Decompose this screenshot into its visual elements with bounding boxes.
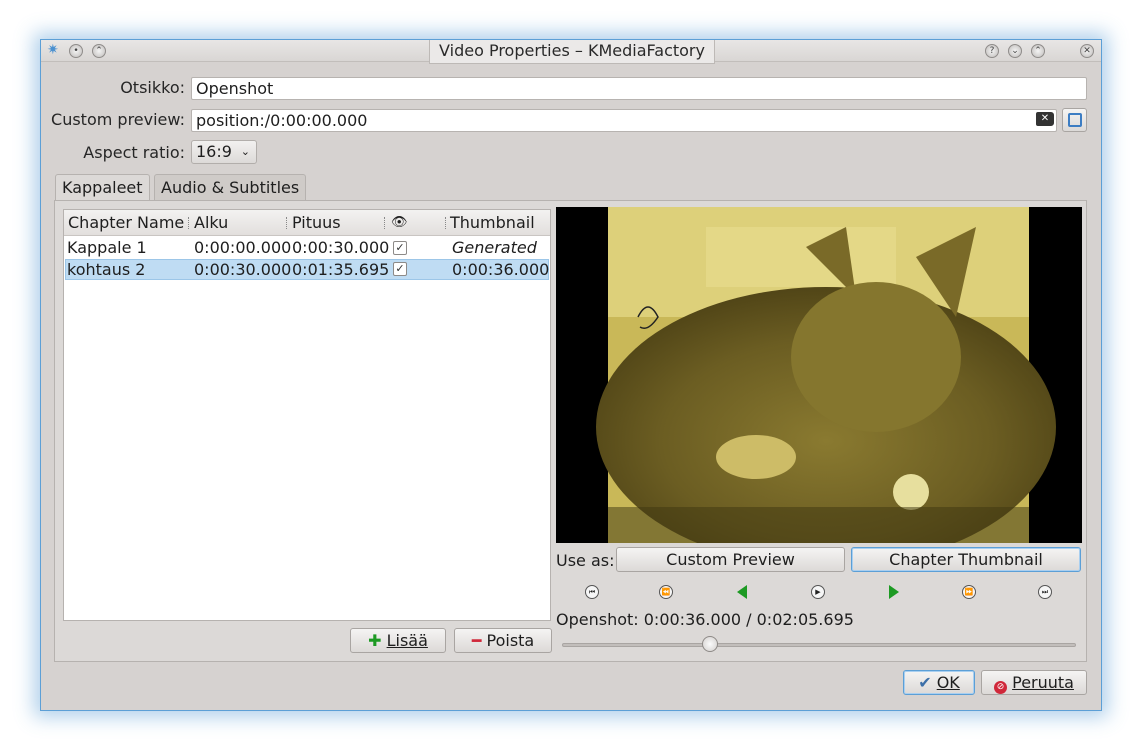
table-row[interactable]: Kappale 1 0:00:00.000 0:00:30.000 ✓ Gene… <box>65 238 549 259</box>
column-pituus[interactable]: Pituus <box>292 210 341 236</box>
column-chapter-name[interactable]: Chapter Name <box>68 210 184 236</box>
column-separator[interactable] <box>384 217 386 229</box>
plus-icon: ✚ <box>368 631 382 650</box>
chapter-start: 0:00:30.000 <box>194 260 292 279</box>
tab-audio-subtitles[interactable]: Audio & Subtitles <box>154 174 307 201</box>
chapter-name: Kappale 1 <box>67 238 147 257</box>
list-header: Chapter Name Alku Pituus 👁 Thumbnail <box>64 210 550 236</box>
video-preview <box>556 207 1082 543</box>
tab-kappaleet-label: Kappaleet <box>62 178 143 197</box>
help-icon[interactable]: ? <box>985 44 999 58</box>
visible-checkbox[interactable]: ✓ <box>393 241 407 255</box>
column-separator[interactable] <box>445 217 447 229</box>
ok-button[interactable]: ✔ OK <box>903 670 975 695</box>
title-bar[interactable]: ✷ • ⌃ Video Properties – KMediaFactory ?… <box>41 40 1101 64</box>
table-row[interactable]: kohtaus 2 0:00:30.000 0:01:35.695 ✓ 0:00… <box>65 259 549 280</box>
cancel-icon: ⊘ <box>994 681 1008 694</box>
column-thumbnail[interactable]: Thumbnail <box>450 210 535 236</box>
chapter-list[interactable]: Chapter Name Alku Pituus 👁 Thumbnail Kap… <box>63 209 551 621</box>
custom-preview-button[interactable]: Custom Preview <box>616 547 845 572</box>
tab-kappaleet[interactable]: Kappaleet <box>55 174 150 202</box>
minus-icon: ━ <box>471 631 482 650</box>
cancel-button[interactable]: ⊘ Peruuta <box>981 670 1087 695</box>
close-icon[interactable]: ✕ <box>1080 44 1094 58</box>
aspect-ratio-label: Aspect ratio: <box>83 143 185 162</box>
chapter-thumbnail-button[interactable]: Chapter Thumbnail <box>851 547 1081 572</box>
shade-icon[interactable]: • <box>69 44 83 58</box>
use-as-label: Use as: <box>556 551 615 570</box>
chapter-name: kohtaus 2 <box>67 260 146 279</box>
save-preview-button[interactable] <box>1062 108 1087 132</box>
clear-text-icon[interactable]: ✕ <box>1036 112 1054 126</box>
app-icon[interactable]: ✷ <box>47 42 59 58</box>
playback-status: Openshot: 0:00:36.000 / 0:02:05.695 <box>556 610 854 629</box>
position-slider[interactable] <box>562 643 1076 647</box>
step-back-icon[interactable] <box>737 585 747 599</box>
eye-icon[interactable]: 👁 <box>391 210 408 236</box>
aspect-ratio-select[interactable]: 16:9 ⌄ <box>191 140 257 164</box>
preview-frame <box>596 207 1056 543</box>
title-input[interactable]: Openshot <box>191 77 1087 100</box>
column-alku[interactable]: Alku <box>194 210 228 236</box>
chapter-length: 0:01:35.695 <box>292 260 390 279</box>
skip-to-end-icon[interactable]: ⏭ <box>1038 585 1052 599</box>
minimize-icon[interactable]: ⌄ <box>1008 44 1022 58</box>
step-forward-icon[interactable] <box>889 585 899 599</box>
visible-checkbox[interactable]: ✓ <box>393 262 407 276</box>
chapters-panel: Chapter Name Alku Pituus 👁 Thumbnail Kap… <box>54 200 1087 662</box>
chapter-start: 0:00:00.000 <box>194 238 292 257</box>
chapter-length: 0:00:30.000 <box>292 238 390 257</box>
fast-forward-icon[interactable]: ⏩ <box>962 585 976 599</box>
save-icon <box>1067 113 1082 127</box>
column-separator[interactable] <box>286 217 288 229</box>
column-separator[interactable] <box>188 217 190 229</box>
remove-chapter-button[interactable]: ━ Poista <box>454 628 552 653</box>
maximize-icon[interactable]: ⌃ <box>1031 44 1045 58</box>
play-icon[interactable]: ▶ <box>811 585 825 599</box>
position-slider-handle[interactable] <box>702 636 719 652</box>
title-label: Otsikko: <box>120 78 185 97</box>
custom-preview-button-label: Custom Preview <box>666 550 795 569</box>
chapter-thumbnail: 0:00:36.000 <box>452 260 550 279</box>
video-properties-window: ✷ • ⌃ Video Properties – KMediaFactory ?… <box>40 39 1102 711</box>
aspect-ratio-value: 16:9 <box>196 142 232 161</box>
cancel-button-label: Peruuta <box>1012 673 1074 692</box>
check-icon: ✔ <box>918 673 932 692</box>
add-chapter-button[interactable]: ✚ Lisää <box>350 628 446 653</box>
skip-to-start-icon[interactable]: ⏮ <box>585 585 599 599</box>
window-title: Video Properties – KMediaFactory <box>429 40 715 64</box>
remove-chapter-label: Poista <box>486 631 535 650</box>
custom-preview-label: Custom preview: <box>51 110 185 129</box>
chapter-thumbnail-button-label: Chapter Thumbnail <box>889 550 1043 569</box>
add-chapter-label: Lisää <box>386 631 428 650</box>
rewind-icon[interactable]: ⏪ <box>659 585 673 599</box>
ok-button-label: OK <box>936 673 960 692</box>
tab-audio-subtitles-label: Audio & Subtitles <box>161 178 300 197</box>
chevron-down-icon: ⌄ <box>240 145 250 158</box>
custom-preview-input[interactable]: position:/0:00:00.000 <box>191 109 1057 132</box>
chapter-thumbnail: Generated <box>452 238 537 257</box>
keep-above-icon[interactable]: ⌃ <box>92 44 106 58</box>
